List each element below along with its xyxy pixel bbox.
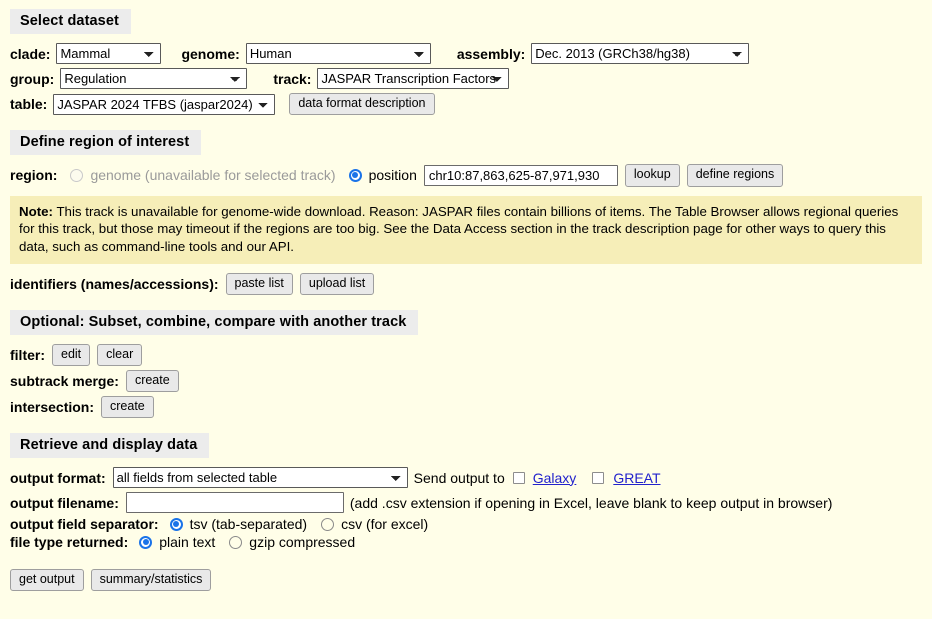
section-header-define-region: Define region of interest xyxy=(10,130,201,155)
subtrack-merge-label: subtrack merge: xyxy=(10,374,119,388)
output-filename-input[interactable] xyxy=(126,492,344,513)
output-filename-label: output filename: xyxy=(10,496,119,510)
row-region: region: genome (unavailable for selected… xyxy=(0,164,932,186)
position-input[interactable] xyxy=(424,165,618,186)
table-label: table: xyxy=(10,97,47,111)
send-output-to-label: Send output to xyxy=(414,471,505,485)
tsv-label: tsv (tab-separated) xyxy=(190,517,308,531)
galaxy-checkbox[interactable] xyxy=(513,472,525,484)
note-box: Note: This track is unavailable for geno… xyxy=(10,196,922,264)
row-action-buttons: get output summary/statistics xyxy=(0,569,932,591)
tsv-radio[interactable] xyxy=(170,518,183,531)
paste-list-button[interactable]: paste list xyxy=(226,273,293,295)
field-separator-label: output field separator: xyxy=(10,517,159,531)
row-output-filename: output filename: (add .csv extension if … xyxy=(0,492,932,513)
plain-text-radio[interactable] xyxy=(139,536,152,549)
galaxy-link[interactable]: Galaxy xyxy=(533,471,577,485)
summary-statistics-button[interactable]: summary/statistics xyxy=(91,569,212,591)
assembly-select[interactable]: Dec. 2013 (GRCh38/hg38) xyxy=(531,43,749,64)
row-file-type: file type returned: plain text gzip comp… xyxy=(0,535,932,549)
track-select[interactable]: JASPAR Transcription Factors xyxy=(317,68,509,89)
note-prefix: Note: xyxy=(19,204,53,219)
group-select[interactable]: Regulation xyxy=(60,68,247,89)
define-regions-button[interactable]: define regions xyxy=(687,164,784,186)
row-filter: filter: edit clear xyxy=(0,344,932,366)
subtrack-merge-create-button[interactable]: create xyxy=(126,370,179,392)
assembly-label: assembly: xyxy=(457,47,525,61)
table-select[interactable]: JASPAR 2024 TFBS (jaspar2024) xyxy=(53,94,275,115)
row-subtrack-merge: subtrack merge: create xyxy=(0,370,932,392)
clade-label: clade: xyxy=(10,47,50,61)
get-output-button[interactable]: get output xyxy=(10,569,84,591)
region-genome-label: genome (unavailable for selected track) xyxy=(90,168,335,182)
row-table: table: JASPAR 2024 TFBS (jaspar2024) dat… xyxy=(0,93,932,115)
filter-edit-button[interactable]: edit xyxy=(52,344,90,366)
upload-list-button[interactable]: upload list xyxy=(300,273,374,295)
intersection-create-button[interactable]: create xyxy=(101,396,154,418)
great-link[interactable]: GREAT xyxy=(613,471,660,485)
data-format-description-button[interactable]: data format description xyxy=(289,93,434,115)
file-type-label: file type returned: xyxy=(10,535,128,549)
row-clade-genome-assembly: clade: Mammal genome: Human assembly: De… xyxy=(0,43,932,64)
genome-select[interactable]: Human xyxy=(246,43,431,64)
region-position-radio[interactable] xyxy=(349,169,362,182)
clade-select[interactable]: Mammal xyxy=(56,43,161,64)
csv-radio[interactable] xyxy=(321,518,334,531)
region-position-label: position xyxy=(369,168,417,182)
section-header-retrieve-display: Retrieve and display data xyxy=(10,433,209,458)
note-text: This track is unavailable for genome-wid… xyxy=(19,204,898,254)
region-genome-radio[interactable] xyxy=(70,169,83,182)
output-format-label: output format: xyxy=(10,471,106,485)
output-filename-hint: (add .csv extension if opening in Excel,… xyxy=(350,496,833,510)
gzip-label: gzip compressed xyxy=(249,535,355,549)
row-group-track: group: Regulation track: JASPAR Transcri… xyxy=(0,68,932,89)
filter-clear-button[interactable]: clear xyxy=(97,344,142,366)
lookup-button[interactable]: lookup xyxy=(625,164,680,186)
great-checkbox[interactable] xyxy=(592,472,604,484)
gzip-radio[interactable] xyxy=(229,536,242,549)
section-header-select-dataset: Select dataset xyxy=(10,9,131,34)
intersection-label: intersection: xyxy=(10,400,94,414)
region-label: region: xyxy=(10,168,57,182)
csv-label: csv (for excel) xyxy=(341,517,428,531)
row-identifiers: identifiers (names/accessions): paste li… xyxy=(0,273,932,295)
group-label: group: xyxy=(10,72,54,86)
identifiers-label: identifiers (names/accessions): xyxy=(10,277,219,291)
row-intersection: intersection: create xyxy=(0,396,932,418)
output-format-select[interactable]: all fields from selected table xyxy=(113,467,408,488)
table-browser-page: Select dataset clade: Mammal genome: Hum… xyxy=(0,0,932,619)
track-label: track: xyxy=(273,72,311,86)
filter-label: filter: xyxy=(10,348,45,362)
section-header-optional-subset: Optional: Subset, combine, compare with … xyxy=(10,310,418,335)
genome-label: genome: xyxy=(181,47,239,61)
row-field-separator: output field separator: tsv (tab-separat… xyxy=(0,517,932,531)
plain-text-label: plain text xyxy=(159,535,215,549)
row-output-format: output format: all fields from selected … xyxy=(0,467,932,488)
